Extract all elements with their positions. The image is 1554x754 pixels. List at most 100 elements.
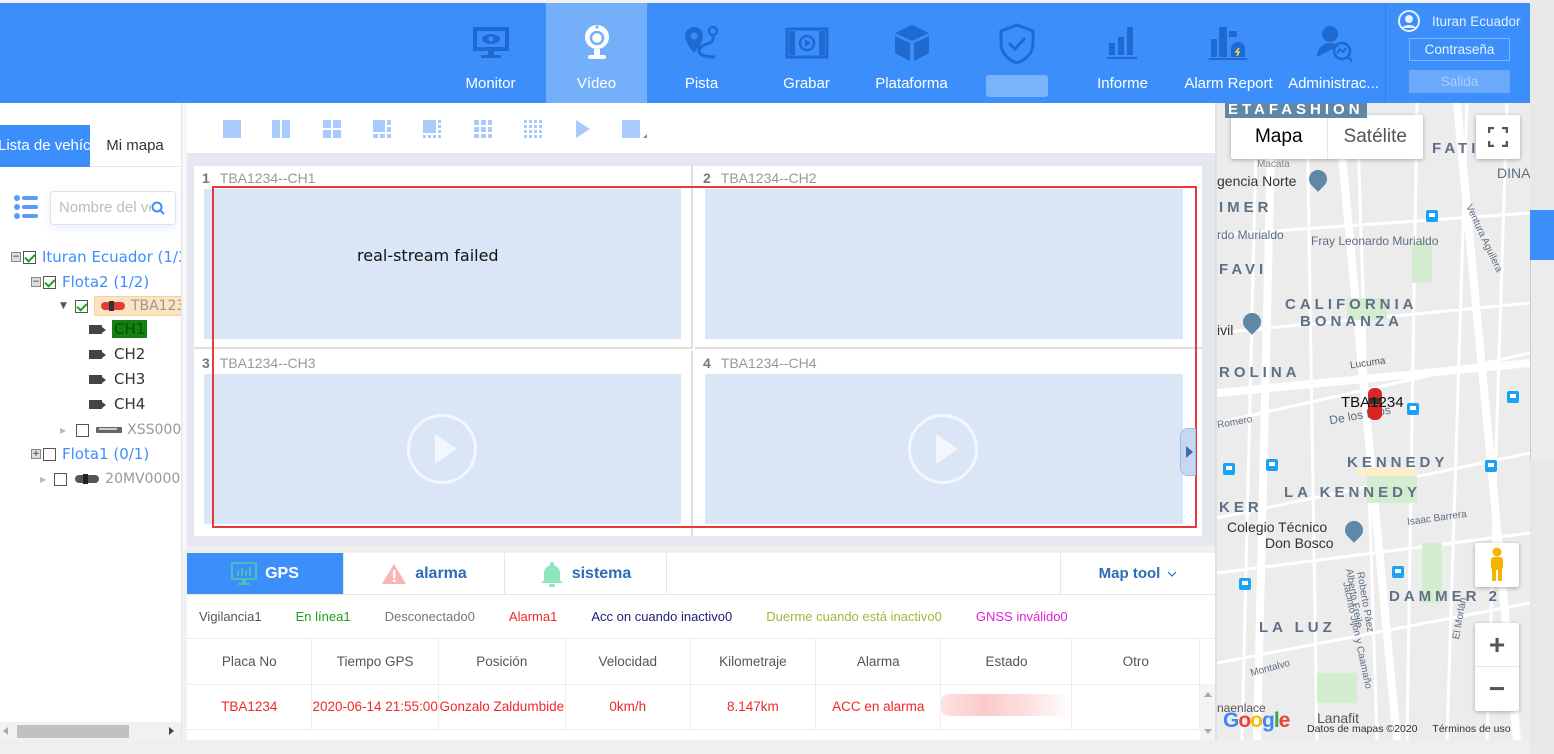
tab-my-map[interactable]: Mi mapa [90, 125, 180, 167]
col-kilometraje[interactable]: Kilometraje [690, 639, 816, 685]
scroll-down-icon[interactable] [1204, 729, 1212, 734]
map-type-satellite-button[interactable]: Satélite [1328, 115, 1424, 159]
video-cell-title: 2 TBA1234--CH2 [703, 170, 817, 186]
list-view-icon[interactable] [14, 194, 38, 223]
tab-gps[interactable]: GPS [187, 553, 344, 595]
expanded-arrow-icon[interactable]: ▼ [60, 301, 67, 311]
tab-vehicle-list[interactable]: Lista de vehículos [0, 125, 90, 167]
col-posicion[interactable]: Posición [438, 639, 566, 685]
video-screen[interactable] [705, 189, 1183, 339]
layout-8-icon[interactable] [422, 120, 442, 138]
col-otro[interactable]: Otro [1071, 639, 1200, 685]
play-button-icon[interactable] [407, 414, 477, 484]
nav-alarm-report[interactable]: Alarm Report [1176, 3, 1281, 103]
zoom-out-button[interactable]: − [1475, 667, 1519, 711]
map-tool-dropdown[interactable]: Map tool [1060, 553, 1215, 595]
video-cell-3[interactable]: 3 TBA1234--CH3 [194, 351, 693, 536]
street-view-pegman[interactable] [1475, 543, 1519, 587]
stop-all-icon[interactable] [621, 120, 649, 138]
map-type-mapa-button[interactable]: Mapa [1231, 115, 1328, 159]
nav-plataforma[interactable]: Plataforma [859, 3, 964, 103]
nav-label: Pista [684, 75, 719, 92]
bus-icon [96, 427, 123, 433]
scroll-thumb[interactable] [17, 725, 129, 738]
table-row[interactable]: TBA1234 2020-06-14 21:55:00 Gonzalo Zald… [187, 684, 1200, 730]
tree-node-fleet2[interactable]: − Flota2 (1/2) [31, 271, 149, 293]
video-screen[interactable]: real-stream failed [204, 189, 681, 339]
scroll-right-icon[interactable] [169, 727, 174, 735]
tree-channel-ch3[interactable]: CH3 [89, 368, 147, 390]
tree-node-vehicle-tba1234[interactable]: ▼ TBA1234 [60, 295, 181, 317]
tree-node-root[interactable]: − Ituran Ecuador (1/3) [11, 246, 181, 268]
video-screen[interactable] [705, 374, 1183, 524]
nav-monitor[interactable]: Monitor [438, 3, 543, 103]
vehicle-search-input[interactable] [59, 192, 151, 222]
logout-button[interactable]: Salida [1409, 70, 1510, 93]
checkbox[interactable] [23, 250, 36, 264]
expand-panel-handle-icon[interactable] [1180, 428, 1196, 476]
layout-1-icon[interactable] [222, 120, 242, 138]
video-cell-1[interactable]: 1 TBA1234--CH1 real-stream failed [194, 166, 693, 349]
stat-alarma[interactable]: Alarma1 [509, 609, 557, 624]
tree-node-fleet1[interactable]: + Flota1 (0/1) [31, 443, 149, 465]
stat-gnss-invalido[interactable]: GNSS inválido0 [976, 609, 1068, 624]
collapse-toggle[interactable]: − [11, 252, 21, 262]
layout-16-icon[interactable] [523, 120, 543, 138]
nav-informe[interactable]: Informe [1070, 3, 1175, 103]
video-cell-2[interactable]: 2 TBA1234--CH2 [695, 166, 1202, 349]
stat-duerme[interactable]: Duerme cuando está inactivo0 [766, 609, 942, 624]
collapsed-arrow-icon[interactable]: ▶ [60, 426, 66, 435]
tab-alarma[interactable]: alarma [344, 553, 505, 595]
nav-pista[interactable]: Pista [649, 3, 754, 103]
col-alarma[interactable]: Alarma [815, 639, 942, 685]
tab-sistema[interactable]: sistema [505, 553, 667, 595]
nav-grabar[interactable]: Grabar [754, 3, 859, 103]
stat-acc-on[interactable]: Acc on cuando inactivo0 [591, 609, 732, 624]
checkbox[interactable] [76, 423, 90, 437]
layout-6-icon[interactable] [372, 120, 392, 138]
stat-vigilancia[interactable]: Vigilancia1 [199, 609, 262, 624]
collapse-toggle[interactable]: − [31, 277, 41, 287]
scroll-up-icon[interactable] [1204, 692, 1212, 697]
col-velocidad[interactable]: Velocidad [565, 639, 691, 685]
tree-channel-ch4[interactable]: CH4 [89, 393, 147, 415]
tree-channel-ch1[interactable]: CH1 [89, 318, 148, 340]
checkbox[interactable] [43, 447, 56, 461]
col-placa[interactable]: Placa No [187, 639, 313, 685]
tree-node-vehicle-xss[interactable]: ▶ XSS0000 [60, 419, 181, 441]
table-vertical-scrollbar[interactable] [1200, 684, 1215, 740]
checkbox[interactable] [54, 472, 68, 486]
stat-desconectado[interactable]: Desconectado0 [385, 609, 475, 624]
layout-4-icon[interactable] [322, 120, 342, 138]
expand-toggle[interactable]: + [31, 449, 41, 459]
sidebar-horizontal-scrollbar[interactable] [0, 722, 181, 740]
checkbox[interactable] [43, 275, 56, 289]
fullscreen-button[interactable] [1476, 115, 1520, 159]
bottom-panel-resize-handle[interactable] [187, 546, 1215, 553]
nav-video[interactable]: Vídeo [546, 3, 647, 103]
scroll-left-icon[interactable] [3, 727, 8, 735]
checkbox[interactable] [74, 299, 88, 313]
zoom-in-button[interactable]: + [1475, 624, 1519, 667]
video-cell-4[interactable]: 4 TBA1234--CH4 [695, 351, 1202, 536]
layout-2-icon[interactable] [271, 120, 291, 138]
col-tiempo-gps[interactable]: Tiempo GPS [311, 639, 439, 685]
col-estado[interactable]: Estado [940, 639, 1073, 685]
map-view[interactable]: Mapa Satélite ETAFASHION FATI DINA Macat… [1217, 103, 1530, 740]
cell-posicion: Gonzalo Zaldumbide [438, 684, 566, 730]
change-password-button[interactable]: Contraseña [1409, 38, 1510, 61]
play-all-icon[interactable] [573, 120, 593, 138]
nav-security[interactable] [964, 3, 1069, 103]
play-button-icon[interactable] [908, 414, 978, 484]
tree-node-vehicle-20mv[interactable]: ▶ 20MV0000 [40, 468, 180, 490]
stat-en-linea[interactable]: En línea1 [296, 609, 351, 624]
nav-label: Vídeo [576, 75, 617, 92]
collapsed-arrow-icon[interactable]: ▶ [40, 475, 46, 484]
nav-admin[interactable]: Administrac... [1281, 3, 1386, 103]
terms-of-use-link[interactable]: Términos de uso [1432, 723, 1510, 735]
search-icon[interactable] [151, 201, 165, 215]
zoom-control: + − [1475, 623, 1519, 711]
video-screen[interactable] [204, 374, 681, 524]
layout-9-icon[interactable] [473, 120, 493, 138]
tree-channel-ch2[interactable]: CH2 [89, 343, 147, 365]
